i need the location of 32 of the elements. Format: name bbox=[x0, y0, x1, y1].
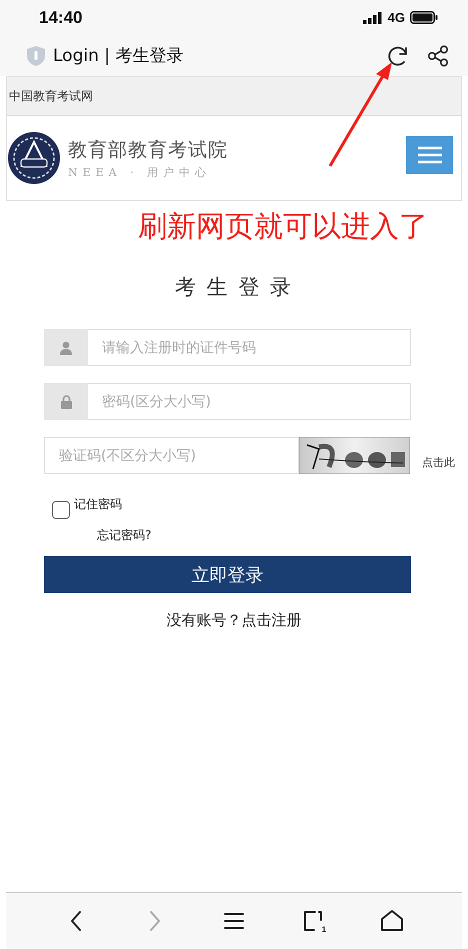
checkbox[interactable] bbox=[52, 501, 70, 519]
forgot-password-link[interactable]: 忘记密码? bbox=[97, 527, 468, 544]
tab-count: 1 bbox=[322, 925, 326, 934]
org-name: 教育部教育考试院 bbox=[68, 138, 229, 162]
chevron-right-icon bbox=[148, 910, 162, 932]
annotation-text: 刷新网页就可以进入了 bbox=[137, 208, 429, 245]
home-icon bbox=[380, 910, 404, 932]
battery-icon bbox=[410, 11, 438, 24]
login-button[interactable]: 立即登录 bbox=[44, 556, 411, 593]
page-title: Login | 考生登录 bbox=[53, 45, 184, 67]
refresh-captcha-link[interactable]: 点击此 bbox=[422, 455, 455, 470]
login-title: 考 生 登 录 bbox=[174, 274, 294, 301]
lock-icon bbox=[60, 394, 72, 408]
org-subtitle: NEEA · 用户中心 bbox=[68, 164, 212, 180]
menu-icon bbox=[224, 912, 244, 930]
refresh-icon bbox=[387, 44, 409, 66]
site-name: 中国教育考试网 bbox=[9, 88, 93, 104]
register-link[interactable]: 没有账号？点击注册 bbox=[0, 611, 468, 630]
user-icon bbox=[60, 340, 72, 354]
tabs-button[interactable]: 1 bbox=[297, 905, 330, 937]
clock: 14:40 bbox=[39, 8, 82, 28]
input-field[interactable]: 请输入注册时的证件号码 bbox=[88, 329, 411, 366]
chevron-left-icon bbox=[68, 910, 83, 932]
shield-icon bbox=[27, 46, 45, 66]
share-icon bbox=[427, 44, 449, 66]
network-type: 4G bbox=[388, 10, 405, 25]
captcha-field[interactable]: 验证码(不区分大小写) bbox=[44, 437, 299, 474]
input-field[interactable]: 密码(区分大小写) bbox=[88, 383, 411, 420]
tabs-icon bbox=[302, 910, 324, 932]
menu-icon bbox=[416, 146, 442, 164]
signal-icon bbox=[362, 12, 383, 24]
remember-label: 记住密码 bbox=[74, 496, 122, 513]
